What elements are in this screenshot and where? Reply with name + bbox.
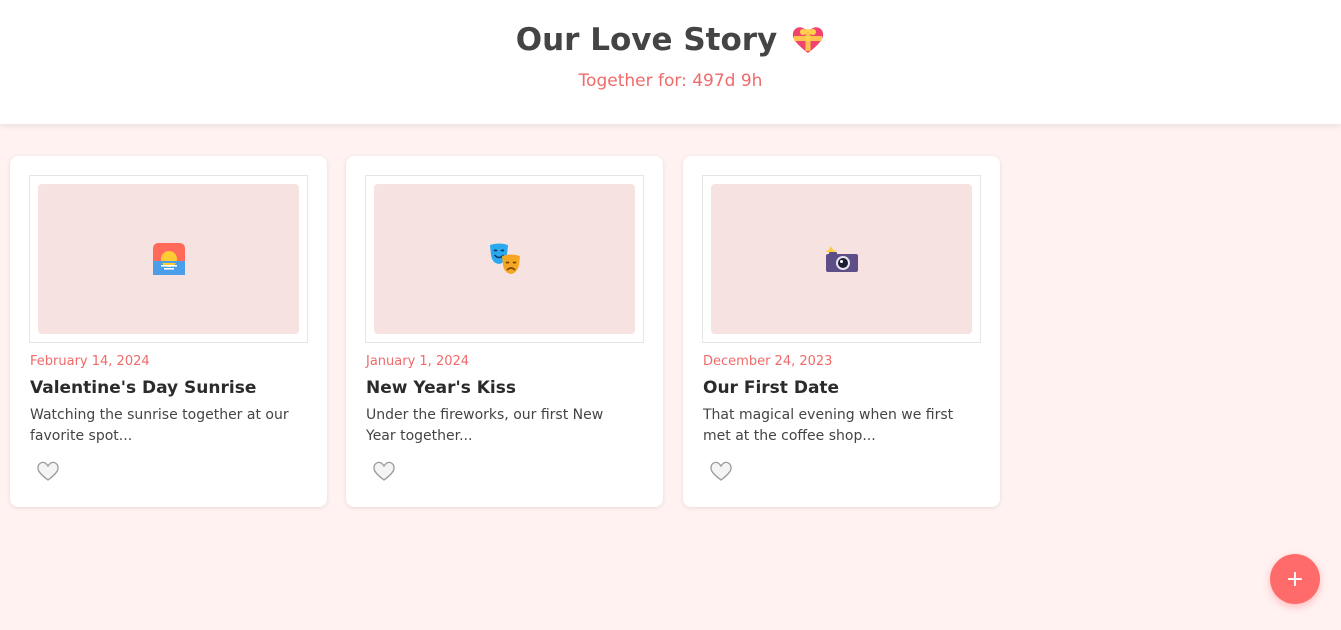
memory-description: Watching the sunrise together at our fav… <box>30 407 289 444</box>
memory-date: December 24, 2023 <box>703 354 833 369</box>
page-title: Our Love Story <box>515 22 778 58</box>
memory-date: January 1, 2024 <box>366 354 470 369</box>
memory-description: That magical evening when we first met a… <box>703 407 954 444</box>
together-counter: Together for: 497d 9h <box>0 71 1341 91</box>
title-row: Our Love Story <box>0 22 1341 58</box>
memory-card[interactable]: February 14, 2024 Valentine's Day Sunris… <box>10 156 327 507</box>
theater-masks-icon <box>487 241 523 277</box>
memory-card[interactable]: January 1, 2024 New Year's Kiss Under th… <box>346 156 663 507</box>
plus-icon: + <box>1285 566 1305 592</box>
memory-date: February 14, 2024 <box>30 354 150 369</box>
app-header: Our Love Story Together for: 497d 9h <box>0 0 1341 124</box>
heart-with-ribbon-icon <box>791 25 825 55</box>
like-heart-icon[interactable] <box>709 460 733 482</box>
photo-frame <box>365 175 644 343</box>
like-heart-icon[interactable] <box>36 460 60 482</box>
counter-label: Together for: <box>578 71 693 91</box>
photo-frame <box>29 175 308 343</box>
photo-placeholder[interactable] <box>374 184 635 334</box>
like-heart-icon[interactable] <box>372 460 396 482</box>
memory-description: Under the fireworks, our first New Year … <box>366 407 604 444</box>
memory-title: New Year's Kiss <box>366 378 516 398</box>
camera-flash-icon <box>824 244 860 274</box>
memory-title: Our First Date <box>703 378 840 398</box>
add-memory-button[interactable]: + <box>1270 554 1320 604</box>
photo-placeholder[interactable] <box>38 184 299 334</box>
photo-frame <box>702 175 981 343</box>
photo-placeholder[interactable] <box>711 184 972 334</box>
counter-value: 497d 9h <box>692 71 763 91</box>
memory-title: Valentine's Day Sunrise <box>30 378 257 398</box>
sunrise-icon <box>152 242 186 276</box>
memory-card[interactable]: December 24, 2023 Our First Date That ma… <box>683 156 1000 507</box>
